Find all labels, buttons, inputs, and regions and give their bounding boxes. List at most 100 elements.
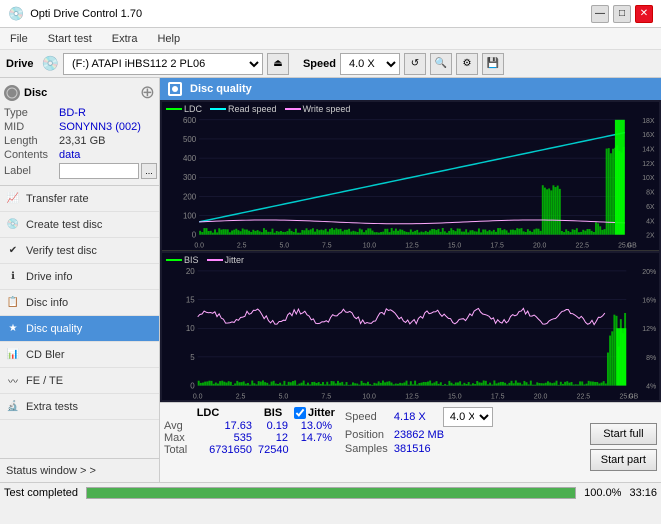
charts-container: LDC Read speed Write speed 0100200300400… <box>160 100 661 402</box>
disc-info-icon: 📋 <box>6 296 20 310</box>
eject-button[interactable]: ⏏ <box>267 53 289 75</box>
disc-contents-row: Contents data <box>4 149 155 161</box>
transfer-rate-icon: 📈 <box>6 192 20 206</box>
speed-stat-select[interactable]: 4.0 X <box>443 407 493 427</box>
start-full-button[interactable]: Start full <box>590 423 657 445</box>
nav-items: 📈 Transfer rate 💿 Create test disc ✔ Ver… <box>0 186 159 420</box>
svg-text:8X: 8X <box>646 190 655 197</box>
sidebar-item-fe-te[interactable]: 〰 FE / TE <box>0 368 159 394</box>
menu-file[interactable]: File <box>4 31 34 47</box>
disc-label-row: Label ... <box>4 163 155 179</box>
fe-te-icon: 〰 <box>6 374 20 388</box>
speed-label: Speed <box>303 58 336 70</box>
status-window-label: Status window > > <box>6 465 96 477</box>
maximize-button[interactable]: □ <box>613 5 631 23</box>
svg-text:8%: 8% <box>646 354 656 361</box>
sidebar-item-fe-te-label: FE / TE <box>26 375 63 387</box>
bis-legend: BIS <box>166 255 199 265</box>
svg-text:4%: 4% <box>646 383 656 390</box>
svg-text:17.5: 17.5 <box>490 243 504 250</box>
disc-length-row: Length 23,31 GB <box>4 135 155 147</box>
status-window-link[interactable]: Status window > > <box>0 458 159 482</box>
svg-text:16X: 16X <box>642 132 655 139</box>
svg-text:12X: 12X <box>642 161 655 168</box>
chart-title: Disc quality <box>190 83 252 95</box>
svg-text:7.5: 7.5 <box>322 243 332 250</box>
scan-button[interactable]: 🔍 <box>430 53 452 75</box>
stats-table: LDC Avg 17.63 Max 535 Total 6731650 <box>164 407 657 478</box>
speed-select[interactable]: 4.0 X <box>340 53 400 75</box>
settings-button[interactable]: ⚙ <box>456 53 478 75</box>
svg-text:7.5: 7.5 <box>321 393 331 400</box>
jitter-checkbox[interactable] <box>294 407 306 419</box>
disc-length-value: 23,31 GB <box>59 135 105 147</box>
svg-text:500: 500 <box>183 135 197 144</box>
svg-text:10: 10 <box>186 324 195 333</box>
svg-text:10X: 10X <box>642 175 655 182</box>
disc-icon <box>4 85 20 101</box>
sidebar-item-extra-tests[interactable]: 🔬 Extra tests <box>0 394 159 420</box>
menu-extra[interactable]: Extra <box>106 31 144 47</box>
bis-total-row: 72540 <box>258 444 288 456</box>
svg-text:22.5: 22.5 <box>576 243 590 250</box>
menu-help[interactable]: Help <box>151 31 186 47</box>
sidebar: Disc ⊕ Type BD-R MID SONYNN3 (002) Lengt… <box>0 78 160 482</box>
jitter-legend: Jitter <box>207 255 245 265</box>
menu-start-test[interactable]: Start test <box>42 31 98 47</box>
statusbar: Test completed 100.0% 33:16 <box>0 482 661 502</box>
upper-chart-svg: 01002003004005006000.02.55.07.510.012.51… <box>162 102 659 250</box>
svg-text:17.5: 17.5 <box>491 393 505 400</box>
sidebar-item-create-test-disc[interactable]: 💿 Create test disc <box>0 212 159 238</box>
sidebar-item-disc-info[interactable]: 📋 Disc info <box>0 290 159 316</box>
bis-total: 72540 <box>258 444 288 456</box>
sidebar-item-disc-quality[interactable]: ★ Disc quality <box>0 316 159 342</box>
svg-text:14X: 14X <box>642 146 655 153</box>
sidebar-item-cd-bler[interactable]: 📊 CD Bler <box>0 342 159 368</box>
ldc-avg: 17.63 <box>202 420 252 432</box>
close-button[interactable]: ✕ <box>635 5 653 23</box>
drive-label: Drive <box>6 58 34 70</box>
jitter-header: Jitter <box>308 407 335 419</box>
samples-row: Samples 381516 <box>345 443 493 455</box>
speed-stat-label: Speed <box>345 411 390 423</box>
disc-expand-icon[interactable]: ⊕ <box>140 82 155 103</box>
chart-area: Disc quality LDC Read speed Write speed … <box>160 78 661 482</box>
label-browse-button[interactable]: ... <box>141 163 157 179</box>
drive-select[interactable]: (F:) ATAPI iHBS112 2 PL06 <box>63 53 263 75</box>
svg-text:20.0: 20.0 <box>534 393 548 400</box>
svg-text:15.0: 15.0 <box>448 243 462 250</box>
disc-type-value: BD-R <box>59 107 86 119</box>
svg-text:20%: 20% <box>642 268 656 275</box>
sidebar-item-transfer-rate[interactable]: 📈 Transfer rate <box>0 186 159 212</box>
svg-text:0.0: 0.0 <box>193 393 203 400</box>
sidebar-item-drive-info[interactable]: ℹ Drive info <box>0 264 159 290</box>
svg-text:18X: 18X <box>642 118 655 125</box>
titlebar-controls: — □ ✕ <box>591 5 653 23</box>
svg-text:0: 0 <box>192 231 197 240</box>
progress-bar <box>86 487 576 499</box>
write-speed-legend: Write speed <box>285 104 351 114</box>
position-val: 23862 MB <box>394 429 444 441</box>
svg-text:10.0: 10.0 <box>362 393 376 400</box>
position-label: Position <box>345 429 390 441</box>
sidebar-item-verify-test-disc-label: Verify test disc <box>26 245 97 257</box>
svg-text:0: 0 <box>190 381 195 390</box>
svg-text:2.5: 2.5 <box>237 243 247 250</box>
svg-text:600: 600 <box>183 116 197 125</box>
svg-text:2X: 2X <box>646 233 655 240</box>
sidebar-item-verify-test-disc[interactable]: ✔ Verify test disc <box>0 238 159 264</box>
refresh-button[interactable]: ↺ <box>404 53 426 75</box>
sidebar-item-transfer-rate-label: Transfer rate <box>26 193 89 205</box>
start-part-button[interactable]: Start part <box>590 449 657 471</box>
jitter-stats: Jitter 13.0% 14.7% <box>294 407 335 460</box>
save-button[interactable]: 💾 <box>482 53 504 75</box>
minimize-button[interactable]: — <box>591 5 609 23</box>
label-input[interactable] <box>59 163 139 179</box>
speed-position-stats: Speed 4.18 X 4.0 X Position 23862 MB Sam… <box>345 407 493 455</box>
svg-text:16%: 16% <box>642 297 656 304</box>
total-label: Total <box>164 444 200 456</box>
svg-text:400: 400 <box>183 154 197 163</box>
sidebar-item-disc-quality-label: Disc quality <box>26 323 82 335</box>
sidebar-item-drive-info-label: Drive info <box>26 271 72 283</box>
svg-text:20: 20 <box>186 266 195 275</box>
